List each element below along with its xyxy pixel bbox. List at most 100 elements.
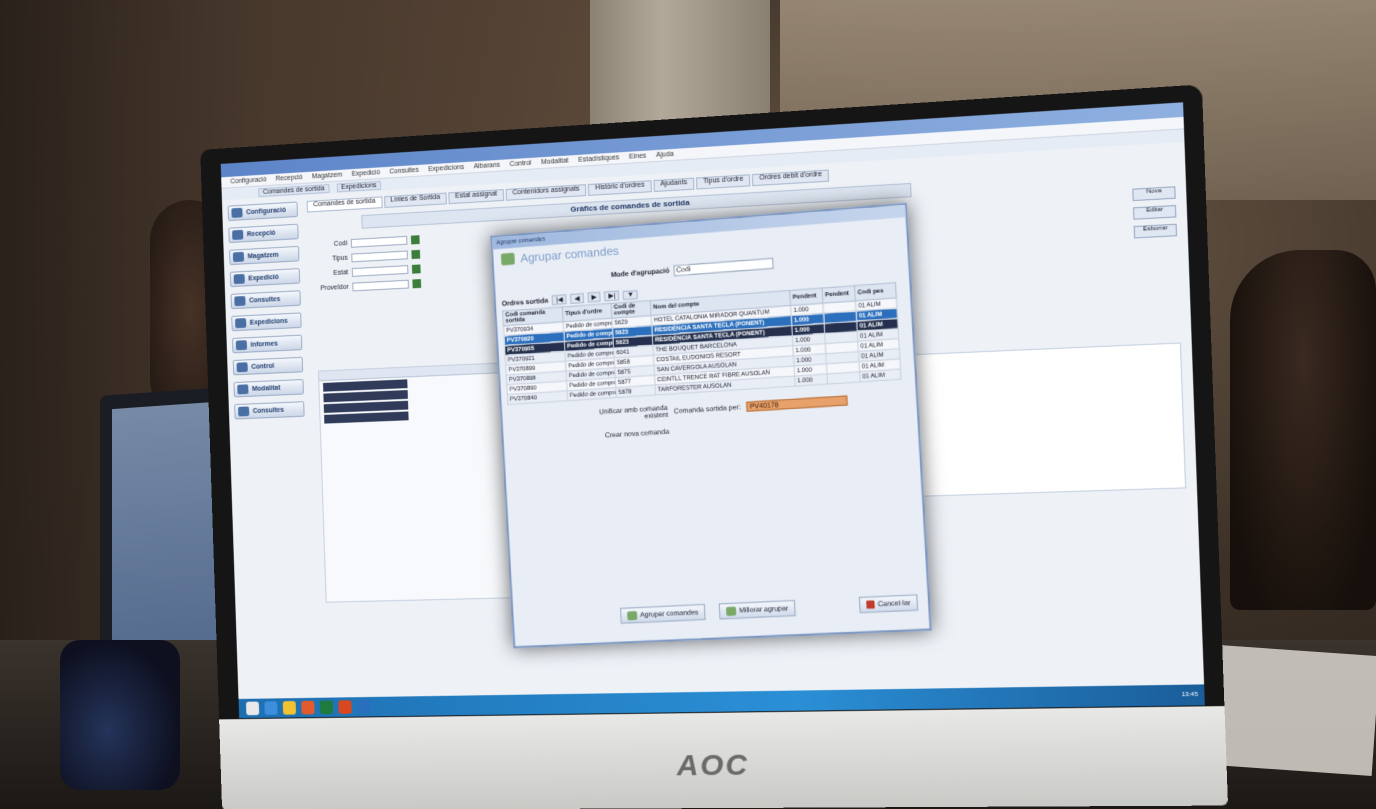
order-label: Comanda sortida per: (673, 403, 742, 415)
module-icon (237, 384, 249, 395)
folder-icon[interactable] (282, 701, 297, 715)
action-button[interactable]: Esborrar (1133, 223, 1178, 239)
sidebar-item-label: Expedició (248, 273, 279, 282)
menu-item[interactable]: Expedicions (428, 164, 464, 173)
group-orders-icon (500, 252, 515, 266)
sidebar-item[interactable]: Configuració (227, 201, 298, 222)
monitor: Configuració Recepció Magatzem Expedició Con… (200, 84, 1229, 809)
sidebar: Configuració Recepció Magatzem Expedició Con… (227, 201, 305, 427)
nav-label: Ordres sortida (501, 297, 549, 308)
browser-icon[interactable] (301, 700, 315, 715)
tab[interactable]: Comandes de sortida (306, 196, 383, 213)
sidebar-item[interactable]: Expedició (229, 268, 301, 288)
toolbar-tab[interactable]: Comandes de sortida (258, 183, 330, 197)
background-person-right (1230, 250, 1376, 610)
menu-item[interactable]: Control (510, 160, 532, 168)
prev-page-button[interactable]: ◀ (570, 293, 584, 304)
search-icon[interactable] (410, 235, 420, 245)
improve-group-button[interactable]: Millorar agrupar (718, 599, 796, 620)
mode-select[interactable]: Codi (673, 257, 774, 277)
tab[interactable]: Línies de Sortida (383, 192, 447, 208)
tab[interactable]: Ordres debit d'ordre (752, 169, 830, 187)
filter-row: Tipus (316, 248, 457, 264)
module-icon (236, 362, 248, 373)
sidebar-item-label: Consultes (252, 406, 285, 415)
dialog-title: Agrupar comandes (496, 236, 546, 247)
sidebar-item[interactable]: Control (232, 356, 304, 376)
filter-input[interactable] (351, 265, 409, 277)
tab[interactable]: Tipus d'ordre (695, 174, 751, 190)
menu-item[interactable]: Configuració (230, 176, 266, 185)
sidebar-item[interactable]: Consultes (234, 401, 305, 420)
menu-item[interactable]: Estadístiques (578, 154, 619, 163)
sidebar-item-label: Modalitat (251, 384, 281, 393)
unify-label: Unificar amb comanda existent (598, 404, 669, 421)
grid-row[interactable] (324, 411, 409, 424)
sidebar-item[interactable]: Consultes (230, 290, 301, 310)
explorer-icon[interactable] (264, 701, 278, 715)
tab[interactable]: Històric d'ordres (588, 180, 652, 196)
search-icon[interactable] (412, 279, 422, 289)
first-page-button[interactable]: |◀ (551, 294, 568, 306)
menu-item[interactable]: Recepció (276, 174, 303, 182)
order-input[interactable]: PV40178 (746, 395, 849, 412)
toolbar-tab[interactable]: Expedicions (336, 180, 382, 192)
search-icon[interactable] (411, 249, 421, 260)
outlook-icon[interactable] (356, 699, 371, 714)
start-icon[interactable] (245, 701, 260, 716)
sidebar-item-label: Magatzem (247, 251, 279, 260)
sidebar-item-label: Informes (250, 340, 278, 349)
sidebar-item[interactable]: Magatzem (229, 245, 300, 266)
detail-panel (906, 342, 1187, 498)
new-order-label: Crear nova comanda (604, 428, 670, 440)
search-icon[interactable] (411, 264, 421, 274)
app-icon[interactable] (338, 700, 352, 714)
table-cell: 1.000 (794, 373, 828, 387)
sidebar-item[interactable]: Expedicions (231, 312, 302, 332)
menu-item[interactable]: Modalitat (541, 157, 569, 166)
cancel-button[interactable]: Cancel·lar (858, 594, 919, 614)
table-cell (826, 371, 861, 385)
sidebar-item-label: Recepció (246, 229, 276, 238)
action-button[interactable]: Editar (1132, 204, 1177, 220)
last-page-button[interactable]: ▶| (604, 290, 620, 302)
filter-label: Tipus (331, 254, 348, 263)
dialog-heading: Agrupar comandes (519, 243, 620, 266)
sidebar-item[interactable]: Modalitat (233, 379, 304, 398)
tab[interactable]: Contenidors assignats (505, 184, 587, 201)
menu-item[interactable]: Albarans (474, 162, 501, 171)
tab[interactable]: Estat assignat (448, 189, 505, 205)
cancel-label: Cancel·lar (877, 599, 911, 608)
filter-row: Proveïdor (317, 277, 458, 293)
table-cell: 01 ALIM (859, 369, 902, 382)
filter-icon[interactable]: ▼ (623, 289, 639, 300)
group-orders-label: Agrupar comandes (639, 608, 699, 619)
sidebar-item[interactable]: Recepció (228, 223, 299, 244)
module-icon (233, 273, 245, 285)
module-icon (235, 318, 247, 329)
excel-icon[interactable] (319, 700, 334, 715)
table-cell: Pedido de compra (567, 387, 617, 401)
sidebar-item[interactable]: Informes (232, 334, 303, 354)
menu-item[interactable]: Expedició (352, 169, 381, 178)
filter-input[interactable] (352, 279, 409, 292)
monitor-brand: AOC (676, 748, 750, 783)
action-button[interactable]: Nova (1132, 186, 1176, 202)
sidebar-item-label: Configuració (246, 206, 286, 216)
module-icon (237, 406, 250, 417)
filter-panel: Codi Tipus Estat Proveïdor (315, 233, 458, 299)
tab[interactable]: Ajudants (653, 177, 695, 193)
clock: 13:45 (1181, 691, 1199, 699)
menu-item[interactable]: Consultes (389, 167, 419, 176)
group-orders-button[interactable]: Agrupar comandes (619, 603, 706, 624)
pen-holder (60, 640, 180, 790)
menu-item[interactable]: Eines (629, 153, 646, 161)
filter-input[interactable] (350, 235, 408, 248)
improve-group-label: Millorar agrupar (738, 604, 789, 614)
menu-item[interactable]: Magatzem (312, 172, 343, 181)
menu-item[interactable]: Ajuda (656, 151, 674, 159)
group-icon (627, 610, 638, 620)
filter-input[interactable] (351, 250, 408, 263)
cancel-icon (866, 600, 875, 609)
next-page-button[interactable]: ▶ (587, 291, 601, 303)
